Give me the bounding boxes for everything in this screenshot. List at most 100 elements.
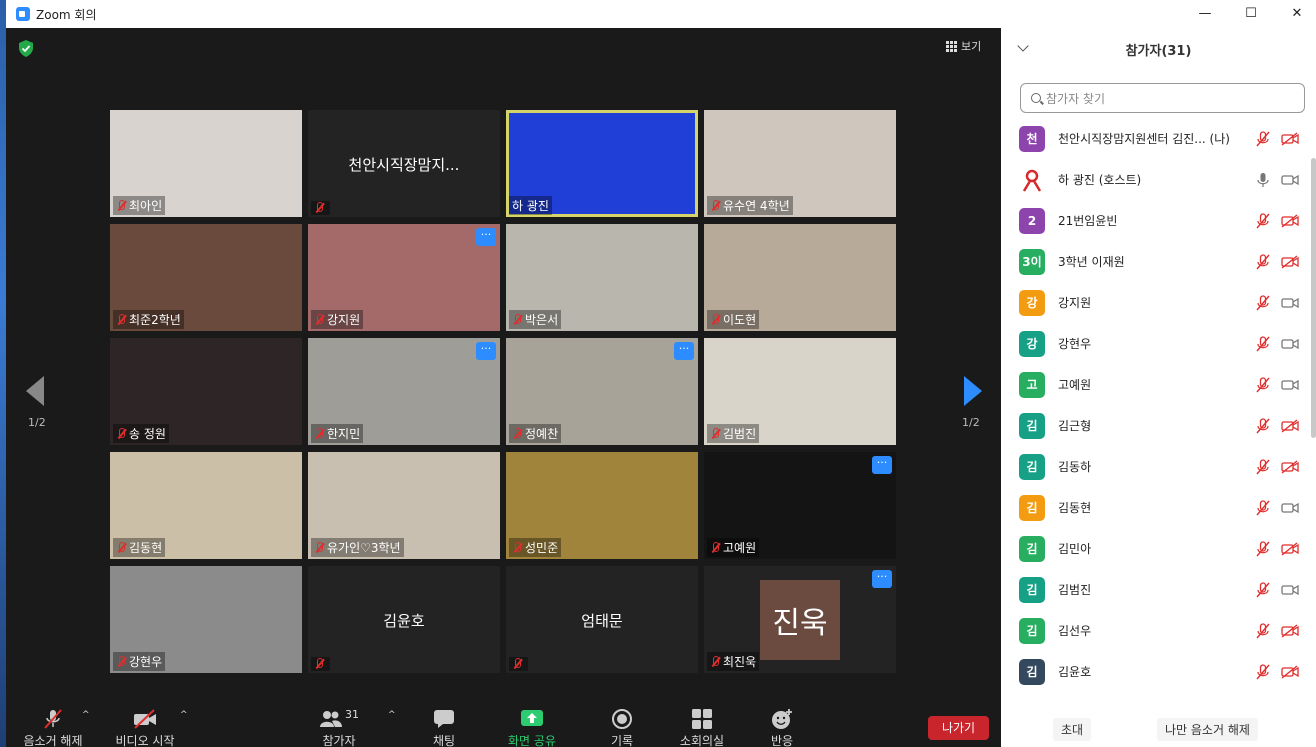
video-tile[interactable]: 김동현	[110, 452, 302, 559]
tile-more-options-button[interactable]: ···	[476, 228, 496, 246]
video-tile[interactable]: 고예원 ···	[704, 452, 896, 559]
tile-center-name: 김윤호	[383, 612, 425, 630]
participant-row[interactable]: 김 김윤호	[1001, 651, 1311, 692]
video-tile[interactable]: 진욱 최진욱 ···	[704, 566, 896, 673]
video-tile[interactable]: 강지원 ···	[308, 224, 500, 331]
view-button[interactable]: 보기	[946, 38, 981, 54]
close-button[interactable]: ✕	[1282, 4, 1312, 24]
participant-row[interactable]: 김 김동하	[1001, 446, 1311, 487]
video-tile[interactable]: 유가인♡3학년	[308, 452, 500, 559]
previous-page-arrow-icon[interactable]	[26, 376, 44, 406]
participant-avatar: 진욱	[760, 580, 840, 660]
participant-name: 김선우	[1058, 624, 1092, 638]
invite-button[interactable]: 초대	[1053, 718, 1092, 741]
participant-name: 김근형	[1058, 419, 1092, 433]
tile-participant-name: 최아인	[129, 199, 163, 213]
tile-name-label: 강현우	[113, 652, 166, 671]
participant-row[interactable]: 2 21번임윤빈	[1001, 200, 1311, 241]
mic-muted-icon	[1256, 622, 1270, 638]
camera-off-icon	[1281, 418, 1299, 433]
tile-participant-name: 강지원	[327, 313, 361, 327]
video-tile[interactable]: 김범진	[704, 338, 896, 445]
video-tile[interactable]: 이도현	[704, 224, 896, 331]
participant-name: 천안시직장맘지원센터 김진... (나)	[1058, 132, 1230, 146]
unmute-me-button[interactable]: 나만 음소거 해제	[1157, 718, 1258, 741]
tile-name-label: 박은서	[509, 310, 562, 329]
record-button[interactable]: 기록	[602, 708, 642, 747]
camera-on-icon	[1281, 502, 1299, 513]
camera-off-icon	[1281, 541, 1299, 556]
participant-row[interactable]: 김 김민아	[1001, 528, 1311, 569]
next-page-arrow-icon[interactable]	[964, 376, 982, 406]
participant-row[interactable]: 강 강현우	[1001, 323, 1311, 364]
video-tile[interactable]: 김윤호	[308, 566, 500, 673]
participant-list-scrollbar[interactable]	[1311, 158, 1316, 438]
video-off-icon	[134, 709, 156, 729]
participant-search-input[interactable]: 참가자 찾기	[1020, 83, 1305, 113]
participant-avatar: 김	[1019, 576, 1045, 603]
video-tile[interactable]: 정예찬 ···	[506, 338, 698, 445]
video-options-caret-icon[interactable]: ^	[180, 710, 188, 720]
participants-button[interactable]: 31 참가자	[314, 708, 364, 747]
mic-muted-icon	[1256, 212, 1270, 228]
participant-row[interactable]: 3이 3학년 이재원	[1001, 241, 1311, 282]
tile-more-options-button[interactable]: ···	[872, 570, 892, 588]
maximize-button[interactable]: ☐	[1236, 4, 1266, 24]
tile-center-name: 엄태문	[581, 612, 623, 630]
camera-on-icon	[1281, 338, 1299, 349]
participant-row[interactable]: 하 광진 (호스트)	[1001, 159, 1311, 200]
tile-more-options-button[interactable]: ···	[476, 342, 496, 360]
video-tile[interactable]: 엄태문	[506, 566, 698, 673]
participant-row[interactable]: 김 김동현	[1001, 487, 1311, 528]
tile-more-options-button[interactable]: ···	[872, 456, 892, 474]
tile-participant-name: 한지민	[327, 427, 361, 441]
muted-mic-icon	[710, 427, 720, 440]
muted-mic-icon	[512, 313, 522, 326]
search-placeholder: 참가자 찾기	[1046, 91, 1106, 106]
participants-panel: 참가자(31) 참가자 찾기 천 천안시직장맘지원센터 김진... (나) 하 광진…	[1001, 28, 1316, 747]
chat-button[interactable]: 채팅	[424, 708, 464, 747]
view-label: 보기	[961, 40, 982, 53]
unmute-button[interactable]: 음소거 해제	[20, 708, 86, 747]
security-shield-icon[interactable]	[18, 40, 34, 57]
participant-row[interactable]: 김 김근형	[1001, 405, 1311, 446]
record-label: 기록	[610, 734, 634, 747]
participant-avatar: 천	[1019, 125, 1045, 152]
video-tile[interactable]: 유수연 4학년	[704, 110, 896, 217]
participant-row[interactable]: 김 김범진	[1001, 569, 1311, 610]
minimize-button[interactable]: —	[1190, 4, 1220, 24]
video-tile[interactable]: 성민준	[506, 452, 698, 559]
participant-row[interactable]: 고 고예원	[1001, 364, 1311, 405]
video-tile[interactable]: 최준2학년	[110, 224, 302, 331]
participant-row[interactable]: 강 강지원	[1001, 282, 1311, 323]
video-tile[interactable]: 박은서	[506, 224, 698, 331]
leave-meeting-button[interactable]: 나가기	[928, 716, 989, 740]
reactions-button[interactable]: 반응	[762, 708, 802, 747]
grid-view-icon	[946, 40, 957, 52]
participant-name: 강현우	[1058, 337, 1092, 351]
participant-row[interactable]: 천 천안시직장맘지원센터 김진... (나)	[1001, 118, 1311, 159]
start-video-button[interactable]: 비디오 시작	[110, 708, 180, 747]
share-screen-button[interactable]: 화면 공유	[504, 708, 560, 747]
tile-name-label: 하 광진	[509, 196, 552, 215]
video-tile[interactable]: 강현우	[110, 566, 302, 673]
search-icon	[1031, 93, 1041, 103]
camera-off-icon	[1281, 254, 1299, 269]
muted-mic-icon	[116, 313, 126, 326]
camera-off-icon	[1281, 623, 1299, 638]
video-tile[interactable]: 송 정원	[110, 338, 302, 445]
participant-avatar: 김	[1019, 535, 1045, 562]
audio-options-caret-icon[interactable]: ^	[82, 710, 90, 720]
breakout-rooms-button[interactable]: 소회의실	[674, 708, 730, 747]
participants-options-caret-icon[interactable]: ^	[388, 710, 396, 720]
participant-name: 3학년 이재원	[1058, 255, 1125, 269]
video-tile[interactable]: 최아인	[110, 110, 302, 217]
video-tile[interactable]: 하 광진	[506, 110, 698, 217]
tile-more-options-button[interactable]: ···	[674, 342, 694, 360]
video-tile[interactable]: 천안시직장맘지...	[308, 110, 500, 217]
video-tile[interactable]: 한지민 ···	[308, 338, 500, 445]
tile-name-label: 송 정원	[113, 424, 169, 443]
participant-row[interactable]: 김 김선우	[1001, 610, 1311, 651]
camera-on-icon	[1281, 174, 1299, 185]
tile-participant-name: 정예찬	[525, 427, 559, 441]
